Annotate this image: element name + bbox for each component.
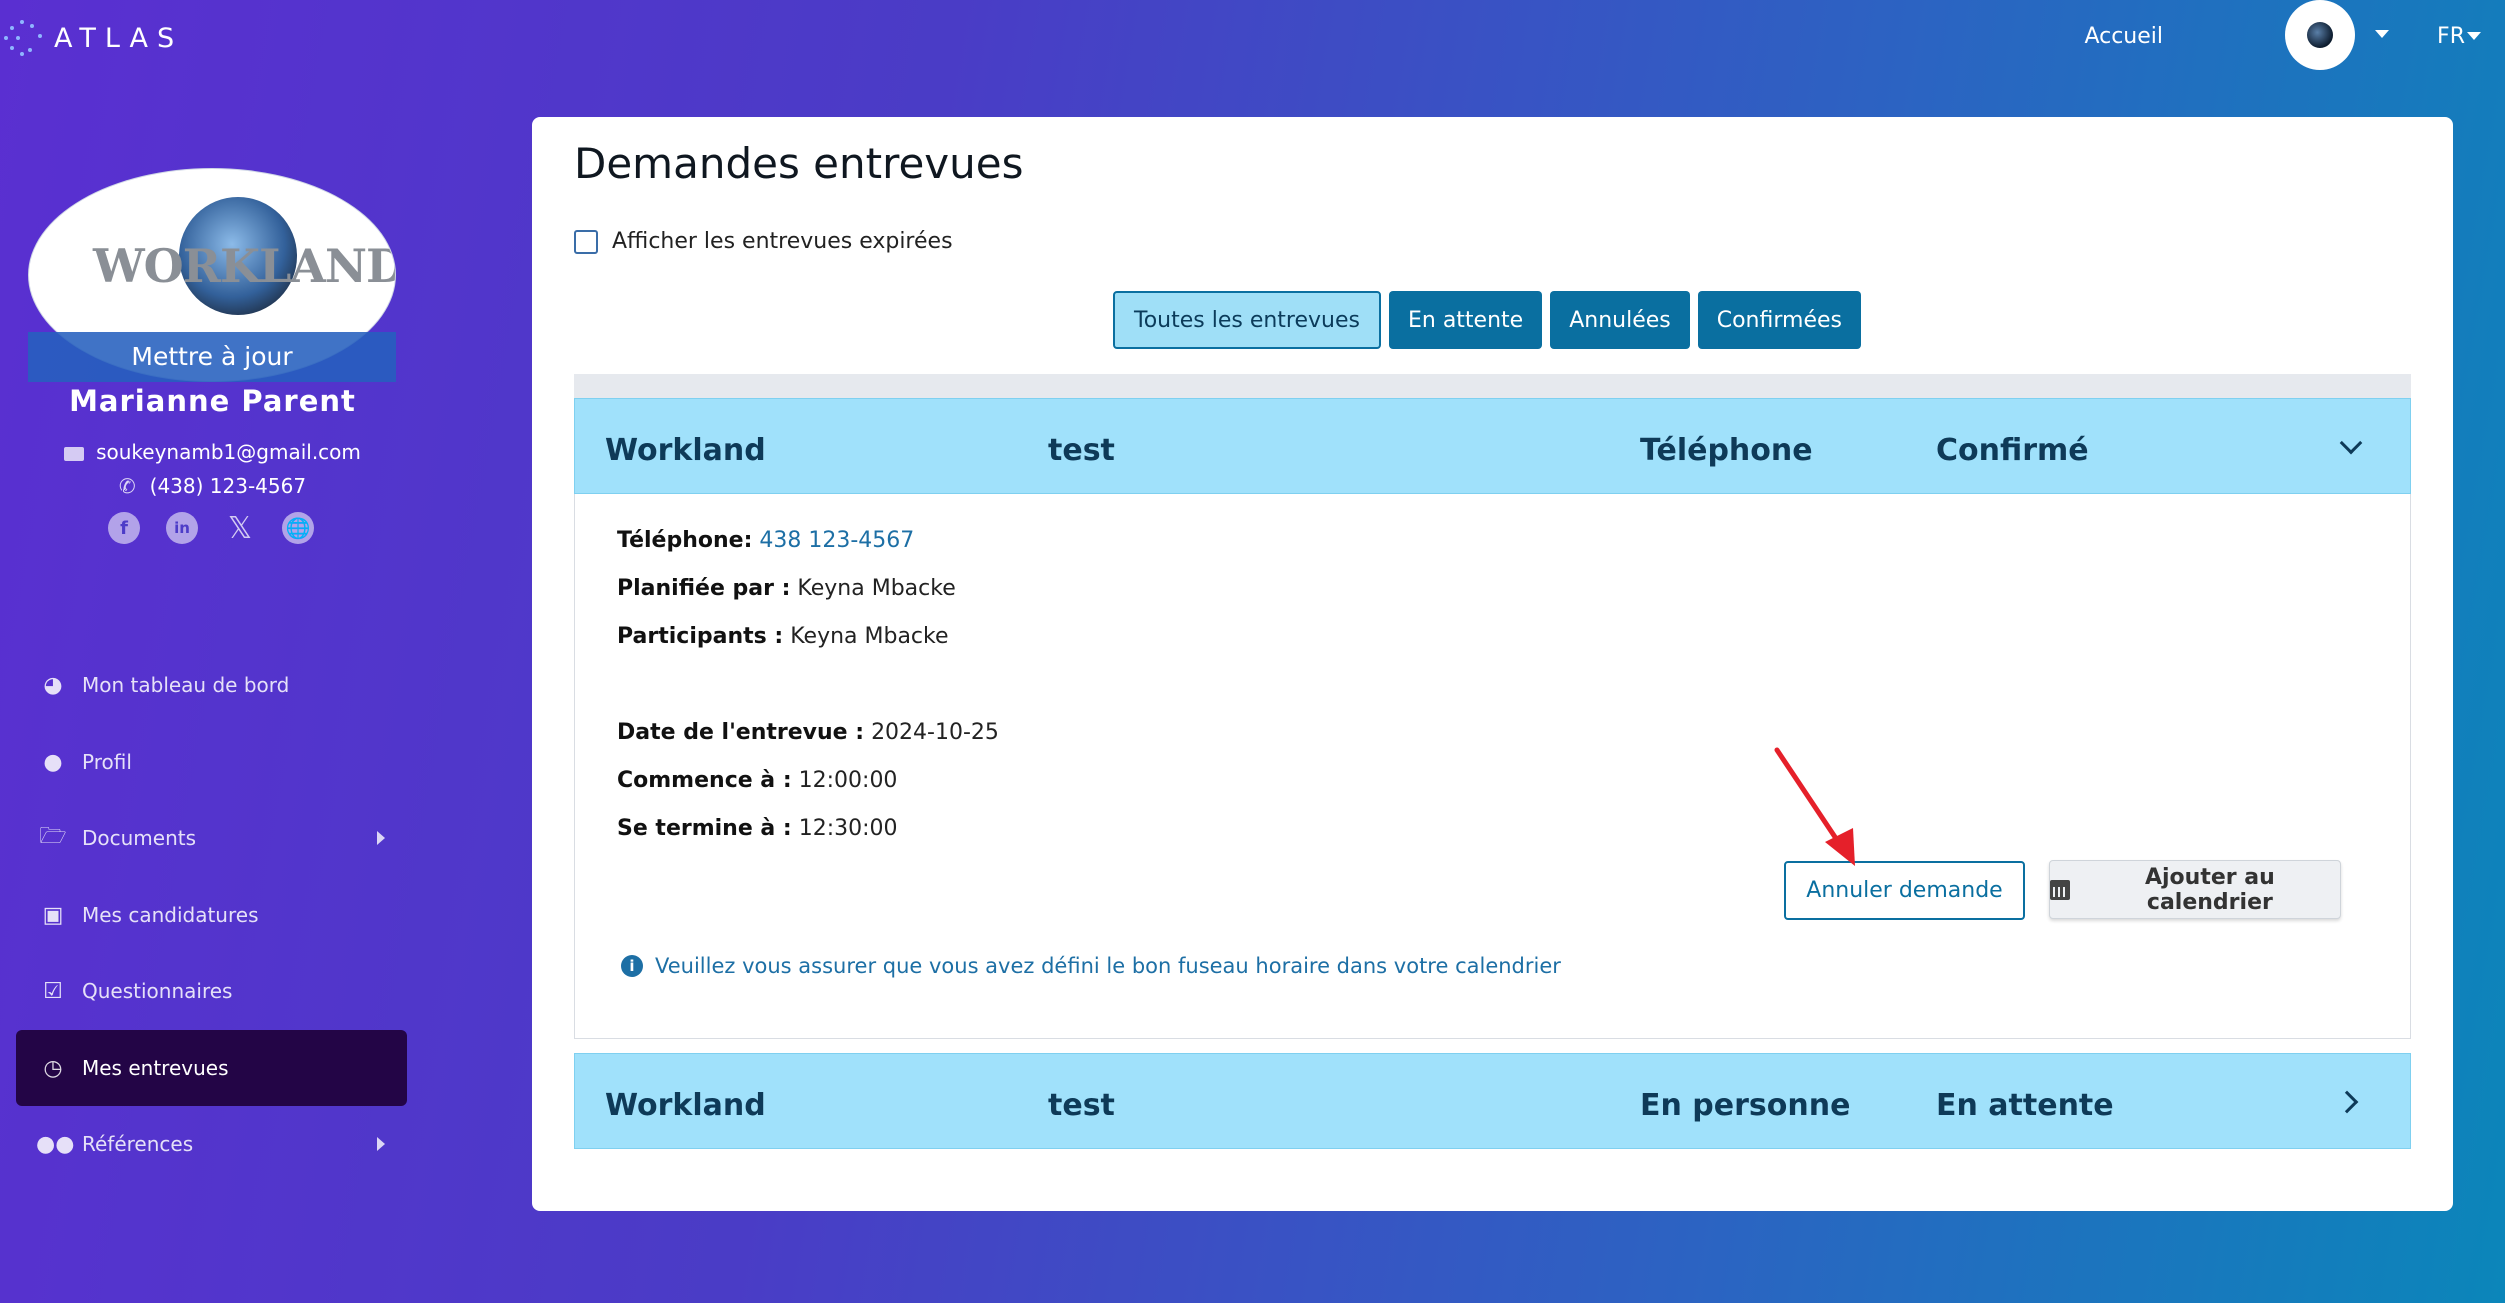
detail-end: Se termine à : 12:30:00 (617, 816, 898, 841)
chevron-down-icon[interactable] (2339, 431, 2363, 455)
language-selector[interactable]: FR (2437, 24, 2465, 49)
briefcase-icon: ▣ (42, 902, 64, 928)
atlas-logo[interactable]: ATLAS (0, 10, 183, 66)
interview-title: test (1048, 1088, 1115, 1123)
folder-icon: 🗁 (39, 824, 67, 849)
x-icon[interactable]: 𝕏 (224, 511, 256, 546)
interviews-card: Demandes entrevues Afficher les entrevue… (532, 117, 2453, 1211)
show-expired-label: Afficher les entrevues expirées (612, 229, 953, 254)
interview-status: En attente (1936, 1088, 2114, 1123)
detail-planned-label: Planifiée par : (617, 576, 791, 601)
status-filter-group: Toutes les entrevues En attente Annulées… (1113, 291, 1861, 349)
avatar-dropdown-caret-icon[interactable] (2375, 30, 2389, 38)
interview-header[interactable]: Workland test En personne En attente (574, 1053, 2411, 1149)
social-links: f in 𝕏 🌐 (108, 511, 314, 546)
cancel-request-button[interactable]: Annuler demande (1784, 861, 2025, 920)
detail-date-value: 2024-10-25 (871, 720, 999, 745)
detail-participants: Participants : Keyna Mbacke (617, 624, 949, 649)
interview-company: Workland (605, 1088, 766, 1123)
detail-planned-value: Keyna Mbacke (797, 576, 956, 601)
interview-type: En personne (1640, 1088, 1851, 1123)
info-icon: i (621, 955, 643, 977)
sidebar-item-label: Profil (82, 750, 132, 774)
update-photo-button[interactable]: Mettre à jour (28, 332, 396, 382)
detail-end-label: Se termine à : (617, 816, 792, 841)
clock-icon: ◷ (43, 1055, 63, 1081)
detail-end-value: 12:30:00 (798, 816, 898, 841)
sidebar-item-label: Documents (82, 826, 197, 850)
sidebar-item-references[interactable]: ●● Références (16, 1106, 407, 1182)
detail-planned-by: Planifiée par : Keyna Mbacke (617, 576, 956, 601)
envelope-icon (64, 446, 85, 461)
sidebar-item-interviews[interactable]: ◷ Mes entrevues (16, 1030, 407, 1106)
top-navigation: Accueil FR (1805, 0, 2505, 72)
filter-cancelled-button[interactable]: Annulées (1550, 291, 1690, 349)
timezone-notice-text: Veuillez vous assurer que vous avez défi… (655, 954, 1561, 978)
sidebar-item-label: Mes entrevues (82, 1056, 229, 1080)
detail-phone-label: Téléphone: (617, 528, 753, 553)
chevron-right-icon[interactable] (2335, 1090, 2359, 1114)
users-icon: ●● (36, 1131, 75, 1157)
avatar-globe-icon (2307, 22, 2333, 48)
profile-email: soukeynamb1@gmail.com (96, 440, 361, 464)
page-title: Demandes entrevues (574, 139, 1024, 188)
nav-home-link[interactable]: Accueil (2084, 24, 2163, 49)
profile-phone-row: ✆ (438) 123-4567 (0, 474, 425, 498)
expand-arrow-icon (377, 1137, 385, 1151)
filter-confirmed-button[interactable]: Confirmées (1697, 291, 1861, 349)
phone-icon: ✆ (118, 474, 136, 498)
show-expired-toggle[interactable]: Afficher les entrevues expirées (574, 229, 953, 254)
calendar-icon (2050, 879, 2070, 900)
interview-status: Confirmé (1936, 433, 2089, 468)
sidebar-item-label: Mon tableau de bord (82, 673, 290, 697)
profile-phone: (438) 123-4567 (149, 474, 307, 498)
language-caret-icon[interactable] (2467, 32, 2481, 40)
sidebar-item-label: Mes candidatures (82, 903, 259, 927)
facebook-icon[interactable]: f (108, 512, 140, 544)
atlas-logo-text: ATLAS (54, 22, 184, 54)
dashboard-icon: ◕ (43, 672, 63, 698)
company-logo-text: WORKLAND (93, 239, 396, 293)
linkedin-icon[interactable]: in (166, 512, 198, 544)
interview-company: Workland (605, 433, 766, 468)
detail-start-label: Commence à : (617, 768, 792, 793)
sidebar-item-profile[interactable]: ● Profil (16, 724, 407, 800)
list-top-divider (574, 374, 2411, 398)
interview-header[interactable]: Workland test Téléphone Confirmé (574, 398, 2411, 494)
globe-icon[interactable]: 🌐 (282, 512, 314, 544)
user-avatar[interactable] (2285, 0, 2355, 70)
atlas-logo-mark (0, 12, 52, 64)
sidebar-item-label: Questionnaires (82, 979, 233, 1003)
sidebar-item-label: Références (82, 1132, 194, 1156)
annotation-arrow (1774, 747, 1855, 866)
sidebar-item-applications[interactable]: ▣ Mes candidatures (16, 877, 407, 953)
interview-title: test (1048, 433, 1115, 468)
checkbox-icon: ☑ (43, 978, 63, 1004)
phone-link[interactable]: 438 123-4567 (759, 528, 914, 553)
sidebar-item-dashboard[interactable]: ◕ Mon tableau de bord (16, 647, 407, 723)
filter-all-button[interactable]: Toutes les entrevues (1113, 291, 1381, 349)
detail-start: Commence à : 12:00:00 (617, 768, 897, 793)
add-to-calendar-label: Ajouter au calendrier (2144, 864, 2275, 915)
user-icon: ● (43, 749, 63, 775)
interview-type: Téléphone (1640, 433, 1813, 468)
interview-details: Téléphone: 438 123-4567 Planifiée par : … (574, 494, 2411, 1039)
detail-phone: Téléphone: 438 123-4567 (617, 528, 914, 553)
detail-participants-label: Participants : (617, 624, 784, 649)
detail-start-value: 12:00:00 (798, 768, 898, 793)
add-to-calendar-button[interactable]: Ajouter au calendrier (2049, 860, 2341, 919)
detail-date-label: Date de l'entrevue : (617, 720, 865, 745)
profile-email-row: soukeynamb1@gmail.com (0, 440, 425, 464)
profile-name: Marianne Parent (69, 384, 356, 418)
interview-item: Workland test Téléphone Confirmé Télépho… (574, 398, 2411, 1039)
sidebar-item-documents[interactable]: 🗁 Documents (16, 800, 407, 876)
interview-item: Workland test En personne En attente (574, 1053, 2411, 1149)
show-expired-checkbox[interactable] (574, 229, 598, 254)
detail-date: Date de l'entrevue : 2024-10-25 (617, 720, 999, 745)
detail-participants-value: Keyna Mbacke (790, 624, 949, 649)
timezone-notice: i Veuillez vous assurer que vous avez dé… (621, 954, 1561, 978)
expand-arrow-icon (377, 831, 385, 845)
filter-pending-button[interactable]: En attente (1388, 291, 1543, 349)
sidebar-item-questionnaires[interactable]: ☑ Questionnaires (16, 953, 407, 1029)
